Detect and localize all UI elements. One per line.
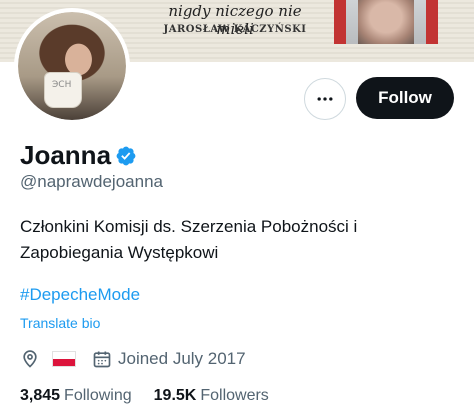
profile-meta-row: Joined July 2017 bbox=[20, 347, 246, 371]
banner-photo bbox=[334, 0, 438, 44]
banner-photo-red-left bbox=[334, 0, 346, 44]
avatar-image: ЭСН bbox=[18, 12, 126, 120]
profile-name: Joanna bbox=[20, 140, 112, 170]
hashtag-link[interactable]: #DepecheMode bbox=[20, 285, 140, 305]
profile-name-row: Joanna bbox=[20, 140, 137, 171]
banner-author: JAROSŁAW KACZYŃSKI bbox=[163, 24, 307, 35]
banner-photo-red-right bbox=[426, 0, 438, 44]
avatar[interactable]: ЭСН bbox=[14, 8, 130, 124]
translate-bio-link[interactable]: Translate bio bbox=[20, 315, 100, 331]
poland-flag-icon bbox=[52, 351, 76, 367]
follow-stats: 3,845 Following 19.5K Followers bbox=[20, 387, 269, 405]
more-horizontal-icon bbox=[317, 97, 333, 101]
flag-white-stripe bbox=[53, 352, 75, 359]
more-options-button[interactable] bbox=[304, 78, 346, 120]
follow-button[interactable]: Follow bbox=[356, 77, 454, 119]
followers-label: Followers bbox=[200, 387, 269, 404]
stats-spacer bbox=[132, 387, 154, 405]
following-count: 3,845 bbox=[20, 387, 61, 404]
avatar-mug-text: ЭСН bbox=[52, 80, 72, 90]
bio-line: Zapobiegania Występkowi bbox=[20, 243, 219, 262]
avatar-mug bbox=[44, 72, 82, 108]
following-label: Following bbox=[64, 387, 132, 404]
joined-date: Joined July 2017 bbox=[118, 349, 246, 368]
calendar-icon bbox=[93, 351, 111, 368]
profile-bio: Członkini Komisji ds. Szerzenia Pobożnoś… bbox=[20, 214, 460, 266]
verified-badge-icon[interactable] bbox=[115, 145, 137, 167]
bio-line: Członkini Komisji ds. Szerzenia Pobożnoś… bbox=[20, 217, 358, 236]
location-pin-icon bbox=[23, 350, 37, 368]
following-link[interactable]: 3,845 Following bbox=[20, 387, 132, 405]
followers-link[interactable]: 19.5K Followers bbox=[154, 387, 269, 405]
profile-handle: @naprawdejoanna bbox=[20, 172, 163, 191]
followers-count: 19.5K bbox=[153, 387, 197, 404]
banner-photo-face bbox=[358, 0, 414, 44]
flag-red-stripe bbox=[53, 359, 75, 366]
